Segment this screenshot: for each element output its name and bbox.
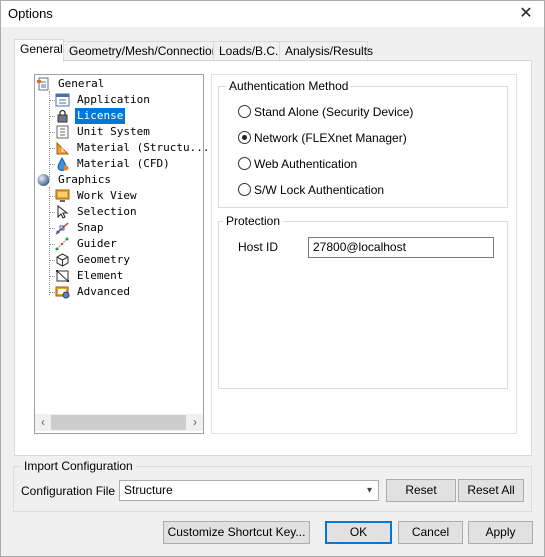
host-id-value: 27800@localhost bbox=[313, 240, 406, 254]
tab-general[interactable]: General bbox=[14, 39, 64, 62]
advanced-settings-icon bbox=[55, 285, 70, 299]
radio-button[interactable] bbox=[238, 131, 251, 144]
tree-item-label: Geometry bbox=[77, 253, 130, 266]
authentication-method-title: Authentication Method bbox=[226, 79, 352, 93]
radio-button[interactable] bbox=[238, 105, 251, 118]
sphere-icon bbox=[36, 173, 51, 187]
tab-loads-bc[interactable]: Loads/B.C. bbox=[213, 41, 280, 61]
tree-item-label: Graphics bbox=[58, 173, 111, 186]
tree-item-label: Unit System bbox=[77, 125, 150, 138]
import-configuration-title: Import Configuration bbox=[21, 459, 136, 473]
unit-box-icon bbox=[55, 125, 70, 139]
radio-button[interactable] bbox=[238, 157, 251, 170]
configuration-file-label: Configuration File bbox=[21, 484, 116, 498]
customize-shortcut-key-button[interactable]: Customize Shortcut Key... bbox=[163, 521, 310, 544]
title-bar: Options ✕ bbox=[1, 1, 544, 27]
tree-item-label: License bbox=[75, 108, 126, 124]
radio-label: Web Authentication bbox=[254, 157, 358, 171]
cube-icon bbox=[55, 253, 70, 267]
window-list-icon bbox=[55, 93, 70, 107]
radio-button[interactable] bbox=[238, 183, 251, 196]
host-id-field[interactable]: 27800@localhost bbox=[308, 237, 494, 258]
tree-item-label: Material (Structu... bbox=[77, 141, 210, 154]
tree-item-label: General bbox=[58, 77, 105, 90]
element-icon bbox=[55, 269, 70, 283]
options-dialog: Options ✕ General Geometry/Mesh/Connecti… bbox=[0, 0, 545, 557]
document-icon bbox=[36, 77, 51, 91]
guider-icon bbox=[55, 237, 70, 251]
material-cfd-icon bbox=[55, 157, 70, 171]
cancel-button[interactable]: Cancel bbox=[398, 521, 463, 544]
tree-item-label: Application bbox=[77, 93, 150, 106]
tab-label: General bbox=[20, 42, 63, 56]
tree-item-label: Selection bbox=[77, 205, 137, 218]
tab-analysis-results[interactable]: Analysis/Results bbox=[279, 41, 373, 61]
tree-item-label: Work View bbox=[77, 189, 137, 202]
chevron-down-icon: ▾ bbox=[366, 485, 372, 496]
configuration-file-value: Structure bbox=[124, 483, 173, 497]
reset-button[interactable]: Reset bbox=[386, 479, 456, 502]
radio-label: S/W Lock Authentication bbox=[254, 183, 385, 197]
snap-icon bbox=[55, 221, 70, 235]
cursor-icon bbox=[55, 204, 70, 219]
tree-item-label: Advanced bbox=[77, 285, 130, 298]
configuration-file-select[interactable]: Structure ▾ bbox=[119, 480, 379, 501]
ok-button[interactable]: OK bbox=[325, 521, 392, 544]
tab-label: Geometry/Mesh/Connections bbox=[69, 44, 225, 58]
svg-text:E: E bbox=[61, 146, 65, 154]
protection-title: Protection bbox=[223, 214, 284, 228]
window-title: Options bbox=[8, 6, 53, 21]
reset-all-button[interactable]: Reset All bbox=[458, 479, 524, 502]
apply-button[interactable]: Apply bbox=[468, 521, 533, 544]
tree-horizontal-scrollbar[interactable]: ‹ › bbox=[35, 414, 203, 431]
scroll-left-icon[interactable]: ‹ bbox=[35, 414, 51, 431]
options-tree[interactable]: General Application License Unit System … bbox=[34, 74, 209, 434]
material-structure-icon: E bbox=[55, 141, 70, 155]
monitor-icon bbox=[55, 189, 70, 203]
tree-line bbox=[49, 187, 50, 295]
tree-item-label: Snap bbox=[77, 221, 104, 234]
host-id-label: Host ID bbox=[238, 240, 279, 254]
tab-geometry-mesh-connections[interactable]: Geometry/Mesh/Connections bbox=[63, 41, 224, 61]
tree-item-label: Material (CFD) bbox=[77, 157, 170, 170]
tree-item-label: Element bbox=[77, 269, 124, 282]
lock-icon bbox=[55, 109, 70, 123]
scroll-right-icon[interactable]: › bbox=[187, 414, 203, 431]
tab-label: Loads/B.C. bbox=[219, 44, 279, 58]
close-icon[interactable]: ✕ bbox=[514, 3, 538, 25]
scrollbar-thumb[interactable] bbox=[51, 415, 186, 430]
radio-label: Stand Alone (Security Device) bbox=[254, 105, 414, 119]
tree-item-label: Guider bbox=[77, 237, 117, 250]
radio-label: Network (FLEXnet Manager) bbox=[254, 131, 407, 145]
tab-label: Analysis/Results bbox=[285, 44, 374, 58]
